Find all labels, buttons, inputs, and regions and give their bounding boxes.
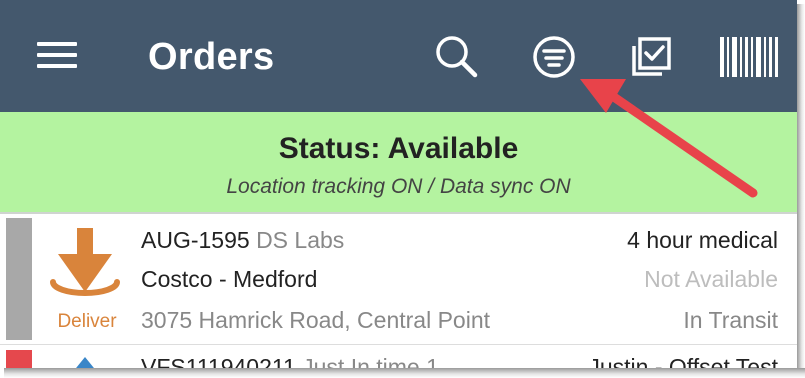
order-id: AUG-1595 (141, 227, 250, 253)
frame-shadow (4, 368, 805, 378)
checklist-icon[interactable] (630, 36, 672, 78)
status-subtitle: Location tracking ON / Data sync ON (226, 175, 571, 198)
status-title: Status: Available (278, 132, 519, 165)
filter-icon[interactable] (532, 35, 576, 79)
status-indicator (6, 350, 32, 368)
pickup-icon (40, 357, 130, 368)
barcode-icon[interactable] (719, 36, 779, 78)
action-label: Deliver (57, 311, 117, 332)
order-header: AUG-1595 DS Labs (141, 226, 344, 254)
menu-icon[interactable] (36, 38, 78, 72)
order-row[interactable]: Deliver AUG-1595 DS Labs Costco - Medfor… (0, 214, 797, 344)
frame-shadow (797, 4, 805, 374)
order-company: Just In time 1 (302, 354, 439, 368)
order-id: VFS111940211 (141, 354, 296, 368)
order-address: 3075 Hamrick Road, Central Point (141, 307, 490, 333)
page-title: Orders (148, 36, 275, 78)
order-company: DS Labs (256, 227, 345, 253)
status-indicator (6, 218, 32, 340)
order-service: 4 hour medical (627, 227, 778, 253)
order-row[interactable]: VFS111940211 Just In time 1 Justin - Off… (0, 344, 797, 368)
order-availability: Not Available (644, 266, 778, 292)
order-service: Justin - Offset Test (588, 354, 778, 368)
search-icon[interactable] (433, 34, 479, 80)
order-header: VFS111940211 Just In time 1 (141, 353, 439, 368)
status-banner[interactable]: Status: Available Location tracking ON /… (0, 112, 797, 212)
order-state: In Transit (683, 307, 778, 333)
top-toolbar: Orders (0, 0, 797, 112)
app-screen: Orders Status: Available Location tracki… (0, 0, 797, 368)
deliver-icon (40, 224, 130, 320)
order-location: Costco - Medford (141, 266, 318, 292)
